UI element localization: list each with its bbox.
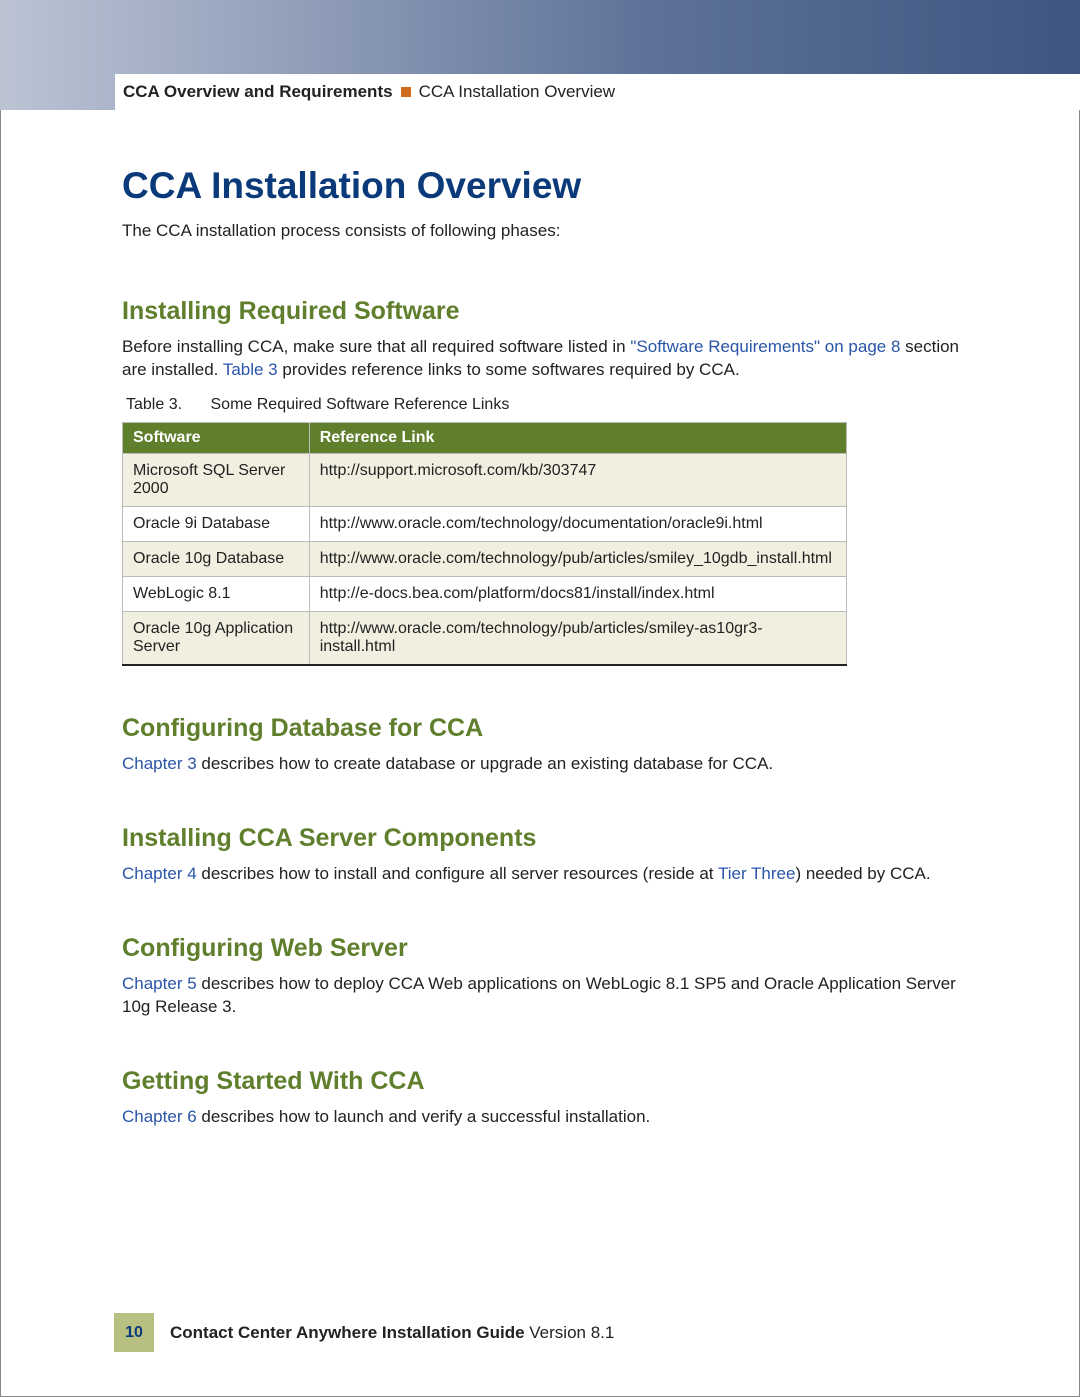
software-reference-table: Software Reference Link Microsoft SQL Se…: [122, 422, 847, 666]
header-bullet-icon: [401, 87, 411, 97]
body-getting-started: Chapter 6 describes how to launch and ve…: [122, 1106, 962, 1129]
heading-getting-started: Getting Started With CCA: [122, 1067, 962, 1096]
cell-ref: http://www.oracle.com/technology/pub/art…: [309, 611, 846, 665]
page-title: CCA Installation Overview: [122, 165, 962, 207]
section-getting-started: Getting Started With CCA Chapter 6 descr…: [122, 1067, 962, 1129]
body-configuring-web-server: Chapter 5 describes how to deploy CCA We…: [122, 973, 962, 1019]
cell-ref: http://www.oracle.com/technology/pub/art…: [309, 541, 846, 576]
table-caption: Table 3. Some Required Software Referenc…: [122, 396, 962, 414]
section-configuring-web-server: Configuring Web Server Chapter 5 describ…: [122, 934, 962, 1019]
link-software-requirements[interactable]: "Software Requirements" on page 8: [630, 337, 900, 356]
cell-ref: http://e-docs.bea.com/platform/docs81/in…: [309, 576, 846, 611]
intro-text: The CCA installation process consists of…: [122, 221, 962, 241]
table-row: Oracle 9i Database http://www.oracle.com…: [123, 506, 847, 541]
cell-software: Microsoft SQL Server 2000: [123, 453, 310, 506]
page-footer: 10 Contact Center Anywhere Installation …: [114, 1313, 614, 1352]
text: ) needed by CCA.: [795, 864, 930, 883]
table-row: Microsoft SQL Server 2000 http://support…: [123, 453, 847, 506]
cell-software: Oracle 9i Database: [123, 506, 310, 541]
section-installing-components: Installing CCA Server Components Chapter…: [122, 824, 962, 886]
link-tier-three[interactable]: Tier Three: [718, 864, 795, 883]
page-content: CCA Installation Overview The CCA instal…: [122, 165, 962, 1177]
table-row: Oracle 10g Application Server http://www…: [123, 611, 847, 665]
th-software: Software: [123, 422, 310, 453]
section-title-header: CCA Installation Overview: [419, 82, 616, 102]
doc-version: Version 8.1: [525, 1323, 615, 1342]
table-title: Some Required Software Reference Links: [211, 396, 510, 413]
link-chapter-3[interactable]: Chapter 3: [122, 754, 197, 773]
chapter-title: CCA Overview and Requirements: [123, 82, 393, 102]
cell-software: Oracle 10g Application Server: [123, 611, 310, 665]
body-configuring-database: Chapter 3 describes how to create databa…: [122, 753, 962, 776]
heading-installing-components: Installing CCA Server Components: [122, 824, 962, 853]
heading-configuring-database: Configuring Database for CCA: [122, 714, 962, 743]
text: describes how to launch and verify a suc…: [197, 1107, 651, 1126]
text: describes how to create database or upgr…: [197, 754, 773, 773]
text: describes how to deploy CCA Web applicat…: [122, 974, 956, 1016]
doc-title: Contact Center Anywhere Installation Gui…: [170, 1323, 525, 1342]
cell-software: Oracle 10g Database: [123, 541, 310, 576]
cell-ref: http://support.microsoft.com/kb/303747: [309, 453, 846, 506]
link-chapter-6[interactable]: Chapter 6: [122, 1107, 197, 1126]
text: describes how to install and configure a…: [197, 864, 718, 883]
text: provides reference links to some softwar…: [278, 360, 740, 379]
heading-installing-required-software: Installing Required Software: [122, 297, 962, 326]
link-chapter-4[interactable]: Chapter 4: [122, 864, 197, 883]
table-row: Oracle 10g Database http://www.oracle.co…: [123, 541, 847, 576]
cell-software: WebLogic 8.1: [123, 576, 310, 611]
cell-ref: http://www.oracle.com/technology/documen…: [309, 506, 846, 541]
section-configuring-database: Configuring Database for CCA Chapter 3 d…: [122, 714, 962, 776]
link-chapter-5[interactable]: Chapter 5: [122, 974, 197, 993]
body-installing-components: Chapter 4 describes how to install and c…: [122, 863, 962, 886]
footer-text: Contact Center Anywhere Installation Gui…: [170, 1323, 614, 1343]
body-installing-required-software: Before installing CCA, make sure that al…: [122, 336, 962, 382]
table-row: WebLogic 8.1 http://e-docs.bea.com/platf…: [123, 576, 847, 611]
link-table-3[interactable]: Table 3: [223, 360, 278, 379]
text: Before installing CCA, make sure that al…: [122, 337, 630, 356]
heading-configuring-web-server: Configuring Web Server: [122, 934, 962, 963]
table-label: Table 3.: [126, 396, 182, 413]
section-installing-required-software: Installing Required Software Before inst…: [122, 297, 962, 666]
th-reference-link: Reference Link: [309, 422, 846, 453]
page-number: 10: [114, 1313, 154, 1352]
page-header: CCA Overview and Requirements CCA Instal…: [115, 74, 1080, 110]
